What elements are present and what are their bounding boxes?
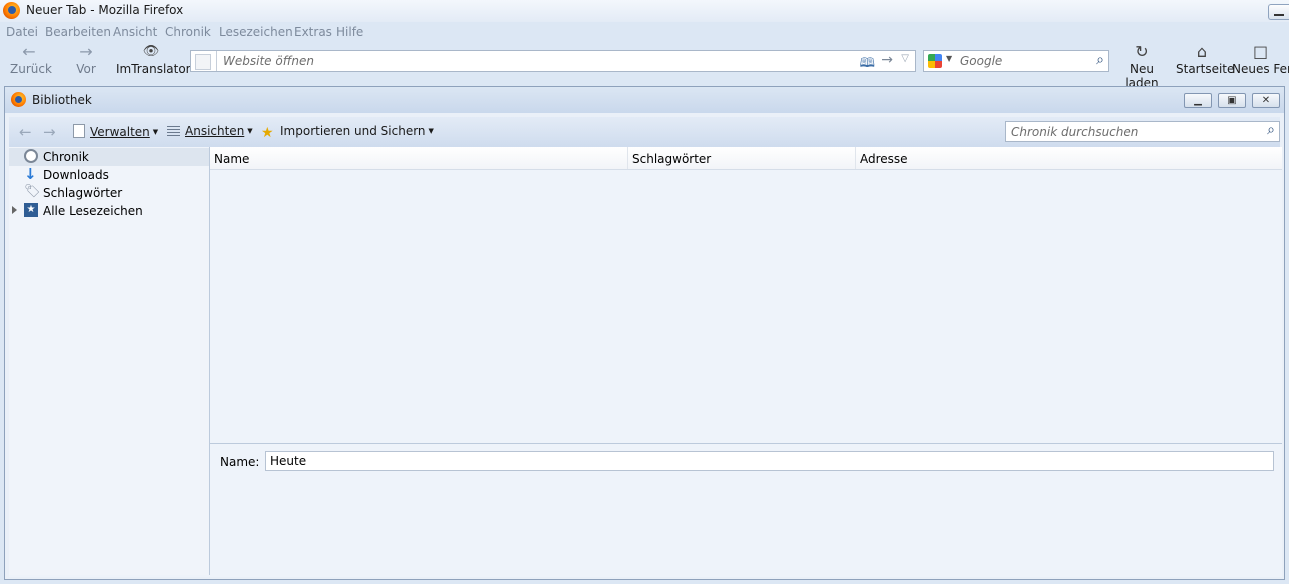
arrow-left-icon: ← <box>22 42 36 61</box>
library-forward-icon[interactable]: → <box>43 123 56 141</box>
history-search-placeholder: Chronik durchsuchen <box>1011 125 1139 139</box>
firefox-window: Neuer Tab - Mozilla Firefox Datei Bearbe… <box>0 0 1289 584</box>
download-arrow-icon: ↓ <box>24 165 37 183</box>
views-label: Ansichten <box>185 124 245 138</box>
caret-down-icon: ▼ <box>428 127 434 135</box>
firefox-logo-icon <box>11 92 26 107</box>
library-close-button[interactable]: ✕ <box>1252 93 1280 108</box>
url-separator <box>216 51 217 71</box>
menu-lesezeichen[interactable]: Lesezeichen <box>219 25 293 39</box>
google-icon[interactable] <box>928 54 942 68</box>
url-bar[interactable]: Website öffnen 🕮 → ▽ <box>190 50 916 72</box>
menu-chronik[interactable]: Chronik <box>165 25 211 39</box>
library-back-icon[interactable]: ← <box>19 123 32 141</box>
search-icon[interactable]: ⌕ <box>1267 122 1275 138</box>
library-sidebar: Chronik ↓ Downloads 🏷 Schlagwörter ★ All… <box>9 147 210 575</box>
minimize-button[interactable] <box>1268 4 1289 20</box>
organize-label: Verwalten <box>90 125 150 139</box>
forward-label: Vor <box>76 62 96 76</box>
url-dropdown-icon[interactable]: ▽ <box>901 53 909 64</box>
library-minimize-button[interactable]: ▁ <box>1184 93 1212 108</box>
caret-down-icon: ▼ <box>152 128 159 136</box>
new-window-icon: □ <box>1252 42 1269 61</box>
name-field[interactable]: Heute <box>265 451 1274 471</box>
menu-extras[interactable]: Extras <box>294 25 332 39</box>
reload-icon: ↻ <box>1135 42 1149 61</box>
site-identity-icon[interactable] <box>195 54 211 70</box>
forward-button[interactable]: → Vor <box>74 42 98 76</box>
sidebar-item-label: Schlagwörter <box>43 186 123 200</box>
search-placeholder: Google <box>960 54 1003 68</box>
organize-icon <box>73 124 85 138</box>
library-body: Chronik ↓ Downloads 🏷 Schlagwörter ★ All… <box>9 147 1282 577</box>
sidebar-item-label: Downloads <box>43 168 109 182</box>
column-header-tags[interactable]: Schlagwörter <box>628 147 856 169</box>
imtranslator-icon: 👁 <box>142 44 160 59</box>
imtranslator-label: ImTranslator <box>116 62 191 76</box>
column-header-address[interactable]: Adresse <box>856 147 1282 169</box>
sidebar-item-tags[interactable]: 🏷 Schlagwörter <box>9 184 209 202</box>
menu-ansicht[interactable]: Ansicht <box>113 25 157 39</box>
history-tree[interactable]: Name Schlagwörter Adresse <box>210 147 1282 443</box>
tree-header: Name Schlagwörter Adresse <box>210 147 1282 170</box>
back-label: Zurück <box>10 62 52 76</box>
firefox-logo-icon <box>3 2 20 19</box>
url-placeholder: Website öffnen <box>223 54 314 68</box>
sidebar-item-downloads[interactable]: ↓ Downloads <box>9 166 209 184</box>
sidebar-item-label: Chronik <box>43 150 89 164</box>
reader-book-icon[interactable]: 🕮 <box>860 54 875 76</box>
bookmark-star-icon: ★ <box>24 203 38 217</box>
name-label: Name: <box>220 455 260 469</box>
home-icon: ⌂ <box>1196 42 1208 61</box>
home-button[interactable]: ⌂ Startseite <box>1176 42 1234 76</box>
navigation-toolbar: ← Zurück → Vor 👁 ImTranslator Website öf… <box>0 42 1289 90</box>
star-import-icon: ★ <box>261 125 274 141</box>
views-menu[interactable]: Ansichten ▼ <box>167 124 253 138</box>
new-window-label: Neues Fenster <box>1232 62 1289 76</box>
history-search-input[interactable]: Chronik durchsuchen ⌕ <box>1005 121 1280 142</box>
go-arrow-icon[interactable]: → <box>881 52 893 68</box>
menu-datei[interactable]: Datei <box>6 25 38 39</box>
caret-down-icon: ▼ <box>247 127 253 135</box>
menu-bearbeiten[interactable]: Bearbeiten <box>45 25 111 39</box>
search-icon[interactable]: ⌕ <box>1096 52 1104 68</box>
menubar: Datei Bearbeiten Ansicht Chronik Lesezei… <box>0 22 1289 42</box>
import-backup-label: Importieren und Sichern <box>280 124 426 138</box>
back-button[interactable]: ← Zurück <box>10 42 52 76</box>
sidebar-item-label: Alle Lesezeichen <box>43 204 143 218</box>
library-titlebar: Bibliothek ▁ ▣ ✕ <box>5 87 1284 113</box>
library-maximize-button[interactable]: ▣ <box>1218 93 1246 108</box>
arrow-right-icon: → <box>79 42 93 61</box>
web-search-bar[interactable]: ▼ Google ⌕ <box>923 50 1109 72</box>
tag-icon: 🏷 <box>24 184 41 199</box>
imtranslator-button[interactable]: 👁 ImTranslator <box>116 42 191 76</box>
sidebar-item-chronik[interactable]: Chronik <box>9 148 209 166</box>
reload-button[interactable]: ↻ Neu laden <box>1113 42 1171 90</box>
firefox-titlebar: Neuer Tab - Mozilla Firefox <box>0 0 1289 22</box>
sidebar-item-all-bookmarks[interactable]: ★ Alle Lesezeichen <box>9 202 209 220</box>
organize-menu[interactable]: Verwalten ▼ <box>73 124 158 139</box>
views-list-icon <box>167 126 180 137</box>
library-title: Bibliothek <box>32 93 92 107</box>
window-title: Neuer Tab - Mozilla Firefox <box>26 3 184 17</box>
clock-icon <box>24 149 38 163</box>
column-header-name[interactable]: Name <box>210 147 628 169</box>
library-window: Bibliothek ▁ ▣ ✕ ← → Verwalten ▼ Ansichte… <box>4 86 1285 580</box>
import-backup-menu[interactable]: ★ Importieren und Sichern ▼ <box>261 124 434 140</box>
new-window-button[interactable]: □ Neues Fenster <box>1232 42 1289 76</box>
details-pane: Name: Heute <box>210 443 1282 576</box>
menu-hilfe[interactable]: Hilfe <box>336 25 363 39</box>
expand-twisty-icon[interactable] <box>12 206 17 214</box>
search-engine-dropdown-icon[interactable]: ▼ <box>946 54 952 63</box>
library-toolbar: ← → Verwalten ▼ Ansichten ▼ ★ Importieren u… <box>9 117 1280 148</box>
home-label: Startseite <box>1176 62 1235 76</box>
